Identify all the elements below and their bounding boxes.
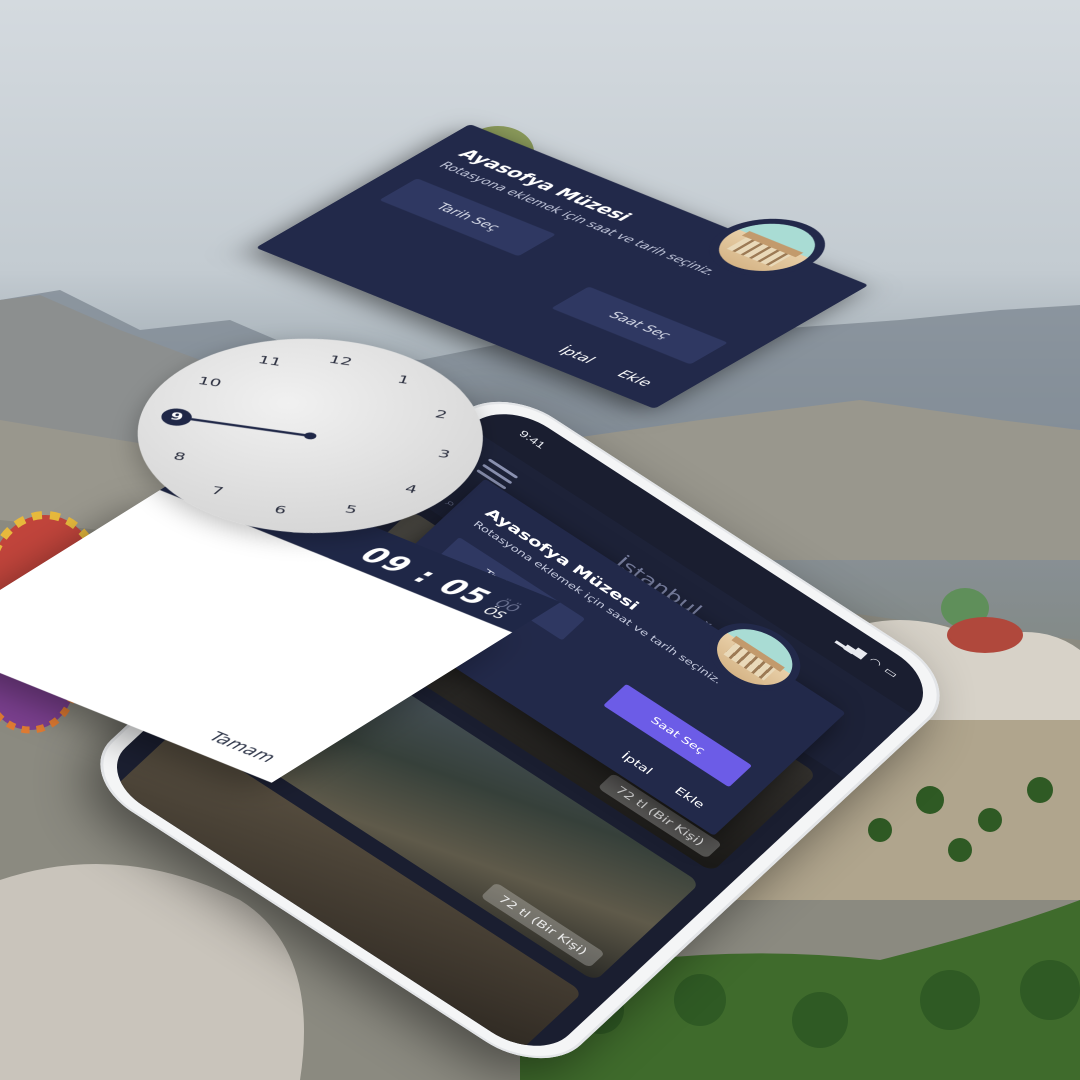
clock-number-5[interactable]: 5 bbox=[333, 500, 369, 521]
clock-number-9[interactable]: 9 bbox=[158, 406, 195, 428]
date-select-button[interactable]: Tarih Seç bbox=[379, 178, 557, 257]
clock-number-7[interactable]: 7 bbox=[199, 481, 235, 502]
clock-number-10[interactable]: 10 bbox=[191, 372, 227, 393]
signal-icon: ▂▄▆ bbox=[834, 634, 870, 660]
clock-hand[interactable] bbox=[190, 418, 311, 437]
cancel-button[interactable]: İptal bbox=[554, 344, 600, 365]
ok-button[interactable]: Tamam bbox=[203, 729, 281, 765]
clock-number-8[interactable]: 8 bbox=[161, 447, 197, 468]
clock-number-2[interactable]: 2 bbox=[423, 404, 459, 425]
time-select-button[interactable]: Saat Seç bbox=[603, 683, 753, 788]
add-button[interactable]: Ekle bbox=[672, 785, 708, 811]
clock-number-3[interactable]: 3 bbox=[426, 444, 462, 465]
clock-center bbox=[302, 431, 318, 441]
battery-icon: ▭ bbox=[881, 664, 901, 680]
clock-number-4[interactable]: 4 bbox=[393, 479, 429, 500]
cancel-button[interactable]: İptal bbox=[618, 750, 655, 777]
museum-image bbox=[702, 617, 807, 697]
clock-number-11[interactable]: 11 bbox=[251, 351, 287, 372]
period-toggle[interactable]: ÖÖ ÖS bbox=[478, 598, 524, 622]
clock-number-6[interactable]: 6 bbox=[262, 500, 298, 521]
clock-number-1[interactable]: 1 bbox=[385, 370, 421, 391]
status-time: 9:41 bbox=[516, 427, 549, 451]
add-button[interactable]: Ekle bbox=[613, 368, 658, 389]
museum-image bbox=[699, 214, 835, 281]
wifi-icon: ◠ bbox=[866, 654, 885, 670]
clock-number-12[interactable]: 12 bbox=[322, 351, 358, 372]
